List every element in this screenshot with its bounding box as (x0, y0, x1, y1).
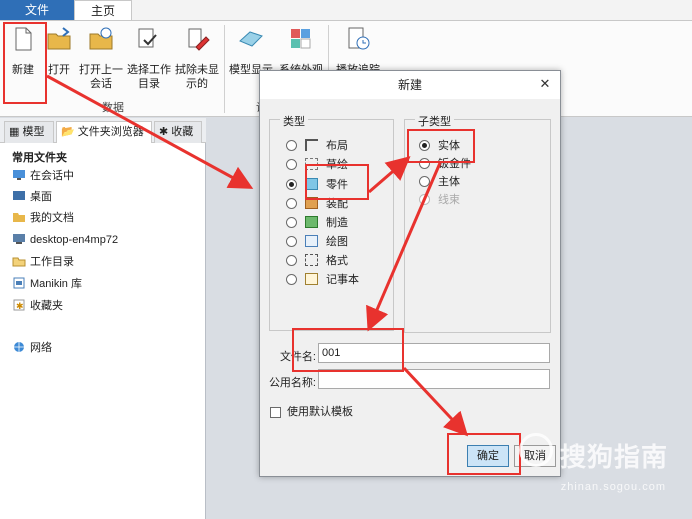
watermark-logo (519, 433, 553, 467)
watermark-url: zhinan.sogou.com (560, 481, 666, 493)
arrow-solid-to-filename (366, 162, 442, 332)
watermark-text: 搜狗指南 (559, 442, 668, 472)
arrow-filename-to-ok (402, 366, 469, 437)
arrow-part-to-solid (368, 156, 411, 194)
arrow-new-to-part (46, 74, 254, 189)
